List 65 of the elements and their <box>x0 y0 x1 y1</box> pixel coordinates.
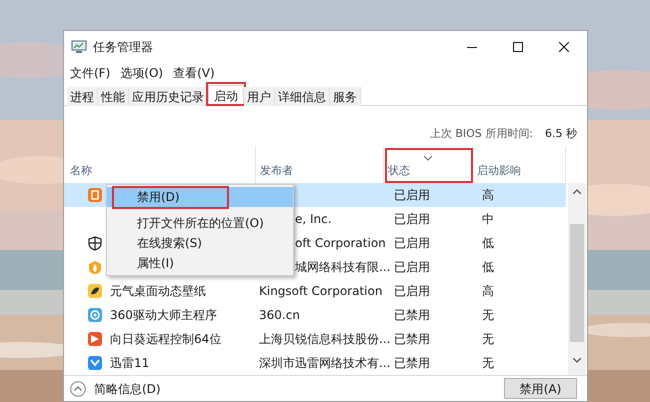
menu-item[interactable]: 查看(V) <box>170 64 218 82</box>
table-cell: Kingsoft Corporation <box>259 284 382 298</box>
table-cell: 已启用 <box>394 188 430 202</box>
table-cell: 深圳市迅雷网络技术有... <box>259 356 390 370</box>
table-cell: 已启用 <box>394 260 430 274</box>
app-icon <box>88 356 102 370</box>
window-title: 任务管理器 <box>93 39 153 56</box>
scroll-up-icon[interactable] <box>573 189 581 194</box>
collapse-icon <box>70 380 86 396</box>
table-cell: 高 <box>482 188 494 202</box>
scrollbar[interactable] <box>568 183 586 375</box>
context-menu-item[interactable]: 禁用(D) <box>107 187 293 207</box>
table-cell: 无 <box>482 308 494 322</box>
column-header[interactable]: 启动影响 <box>477 162 521 179</box>
table-cell: 已启用 <box>394 212 430 226</box>
column-header[interactable]: 发布者 <box>260 162 293 179</box>
scrollbar-thumb[interactable] <box>570 224 584 342</box>
tab[interactable]: 服务 <box>330 87 361 106</box>
fewer-details-link[interactable]: 简略信息(D) <box>70 380 161 398</box>
table-cell: 已启用 <box>394 236 430 250</box>
maximize-icon <box>513 42 523 52</box>
table-cell-text: 元气桌面动态壁纸 <box>110 283 206 300</box>
table-cell: 城网络科技有限... <box>295 260 390 274</box>
table-cell: 上海贝锐信息科技股份... <box>259 332 390 346</box>
context-menu-item[interactable]: 属性(I) <box>107 253 293 273</box>
column-header[interactable]: 状态 <box>388 162 410 179</box>
app-icon <box>88 332 102 346</box>
shield-icon <box>88 236 102 250</box>
tab[interactable]: 性能 <box>98 87 129 106</box>
app-icon <box>88 308 102 322</box>
close-icon <box>559 42 569 52</box>
tab[interactable]: 应用历史记录 <box>129 87 208 106</box>
table-cell: 已禁用 <box>394 356 430 370</box>
menu-item[interactable]: 文件(F) <box>67 64 114 82</box>
table-cell: 已禁用 <box>394 332 430 346</box>
column-header[interactable]: 名称 <box>70 162 92 179</box>
table-cell: 中 <box>482 212 494 226</box>
monitor-icon <box>71 40 87 54</box>
minimize-icon <box>467 46 477 48</box>
table-cell: 已禁用 <box>394 308 430 322</box>
table-cell-text: 向日葵远程控制64位 <box>110 331 222 348</box>
table-cell: 低 <box>482 236 494 250</box>
context-menu-item[interactable]: 打开文件所在的位置(O) <box>107 213 293 233</box>
table-cell: 低 <box>482 260 494 274</box>
table-cell: 已启用 <box>394 284 430 298</box>
flame-icon <box>88 260 102 274</box>
table-cell-text: 迅雷11 <box>110 355 150 372</box>
tab[interactable]: 用户 <box>244 87 275 106</box>
bios-time-label: 上次 BIOS 所用时间: <box>430 126 533 142</box>
scroll-down-icon[interactable] <box>573 358 581 363</box>
table-cell: oft Corporation <box>295 236 386 250</box>
table-cell-text: 360驱动大师主程序 <box>110 307 217 324</box>
tab[interactable]: 详细信息 <box>275 87 330 106</box>
context-menu-item[interactable]: 在线搜索(S) <box>107 233 293 253</box>
table-cell: e, Inc. <box>295 212 332 226</box>
menu-item[interactable]: 选项(O) <box>117 64 166 82</box>
tab[interactable]: 进程 <box>67 87 98 106</box>
app-icon <box>88 188 102 202</box>
table-cell: 高 <box>482 284 494 298</box>
bios-time-value: 6.5 秒 <box>545 126 577 142</box>
disable-button[interactable]: 禁用(A) <box>504 378 577 399</box>
app-icon <box>88 284 102 298</box>
table-cell: 360.cn <box>259 308 300 322</box>
table-cell: 无 <box>482 356 494 370</box>
table-cell: 无 <box>482 332 494 346</box>
